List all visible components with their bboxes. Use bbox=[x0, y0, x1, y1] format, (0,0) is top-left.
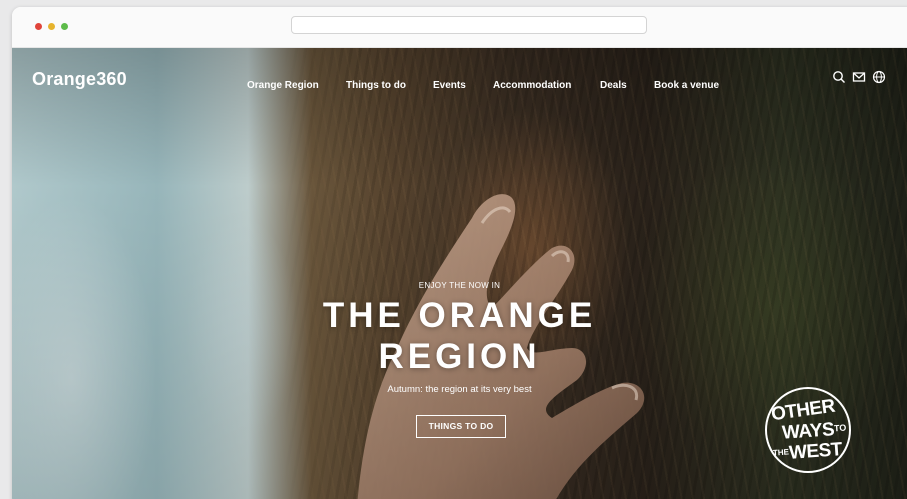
things-to-do-button[interactable]: THINGS TO DO bbox=[416, 415, 506, 438]
hero-subtitle: Autumn: the region at its very best bbox=[387, 384, 532, 395]
close-window-button[interactable] bbox=[35, 23, 42, 30]
badge-line-the: THE bbox=[772, 447, 790, 458]
badge-line-to: TO bbox=[833, 422, 847, 434]
address-bar[interactable] bbox=[291, 16, 647, 34]
hero-title-line-1: THE ORANGE bbox=[322, 296, 597, 335]
browser-window: Orange360 Orange Region Things to do Eve… bbox=[12, 7, 907, 499]
hero-title: THE ORANGE REGION bbox=[12, 295, 907, 377]
maximize-window-button[interactable] bbox=[61, 23, 68, 30]
hero-kicker: ENJOY THE NOW IN bbox=[418, 281, 501, 290]
minimize-window-button[interactable] bbox=[48, 23, 55, 30]
other-ways-to-the-west-badge[interactable]: OTHER WAYS TO THE WEST bbox=[765, 387, 851, 473]
browser-toolbar bbox=[12, 7, 907, 48]
badge-line-west: WEST bbox=[788, 439, 843, 464]
hero-title-line-2: REGION bbox=[378, 337, 541, 376]
hero-section: Orange360 Orange Region Things to do Eve… bbox=[12, 48, 907, 499]
